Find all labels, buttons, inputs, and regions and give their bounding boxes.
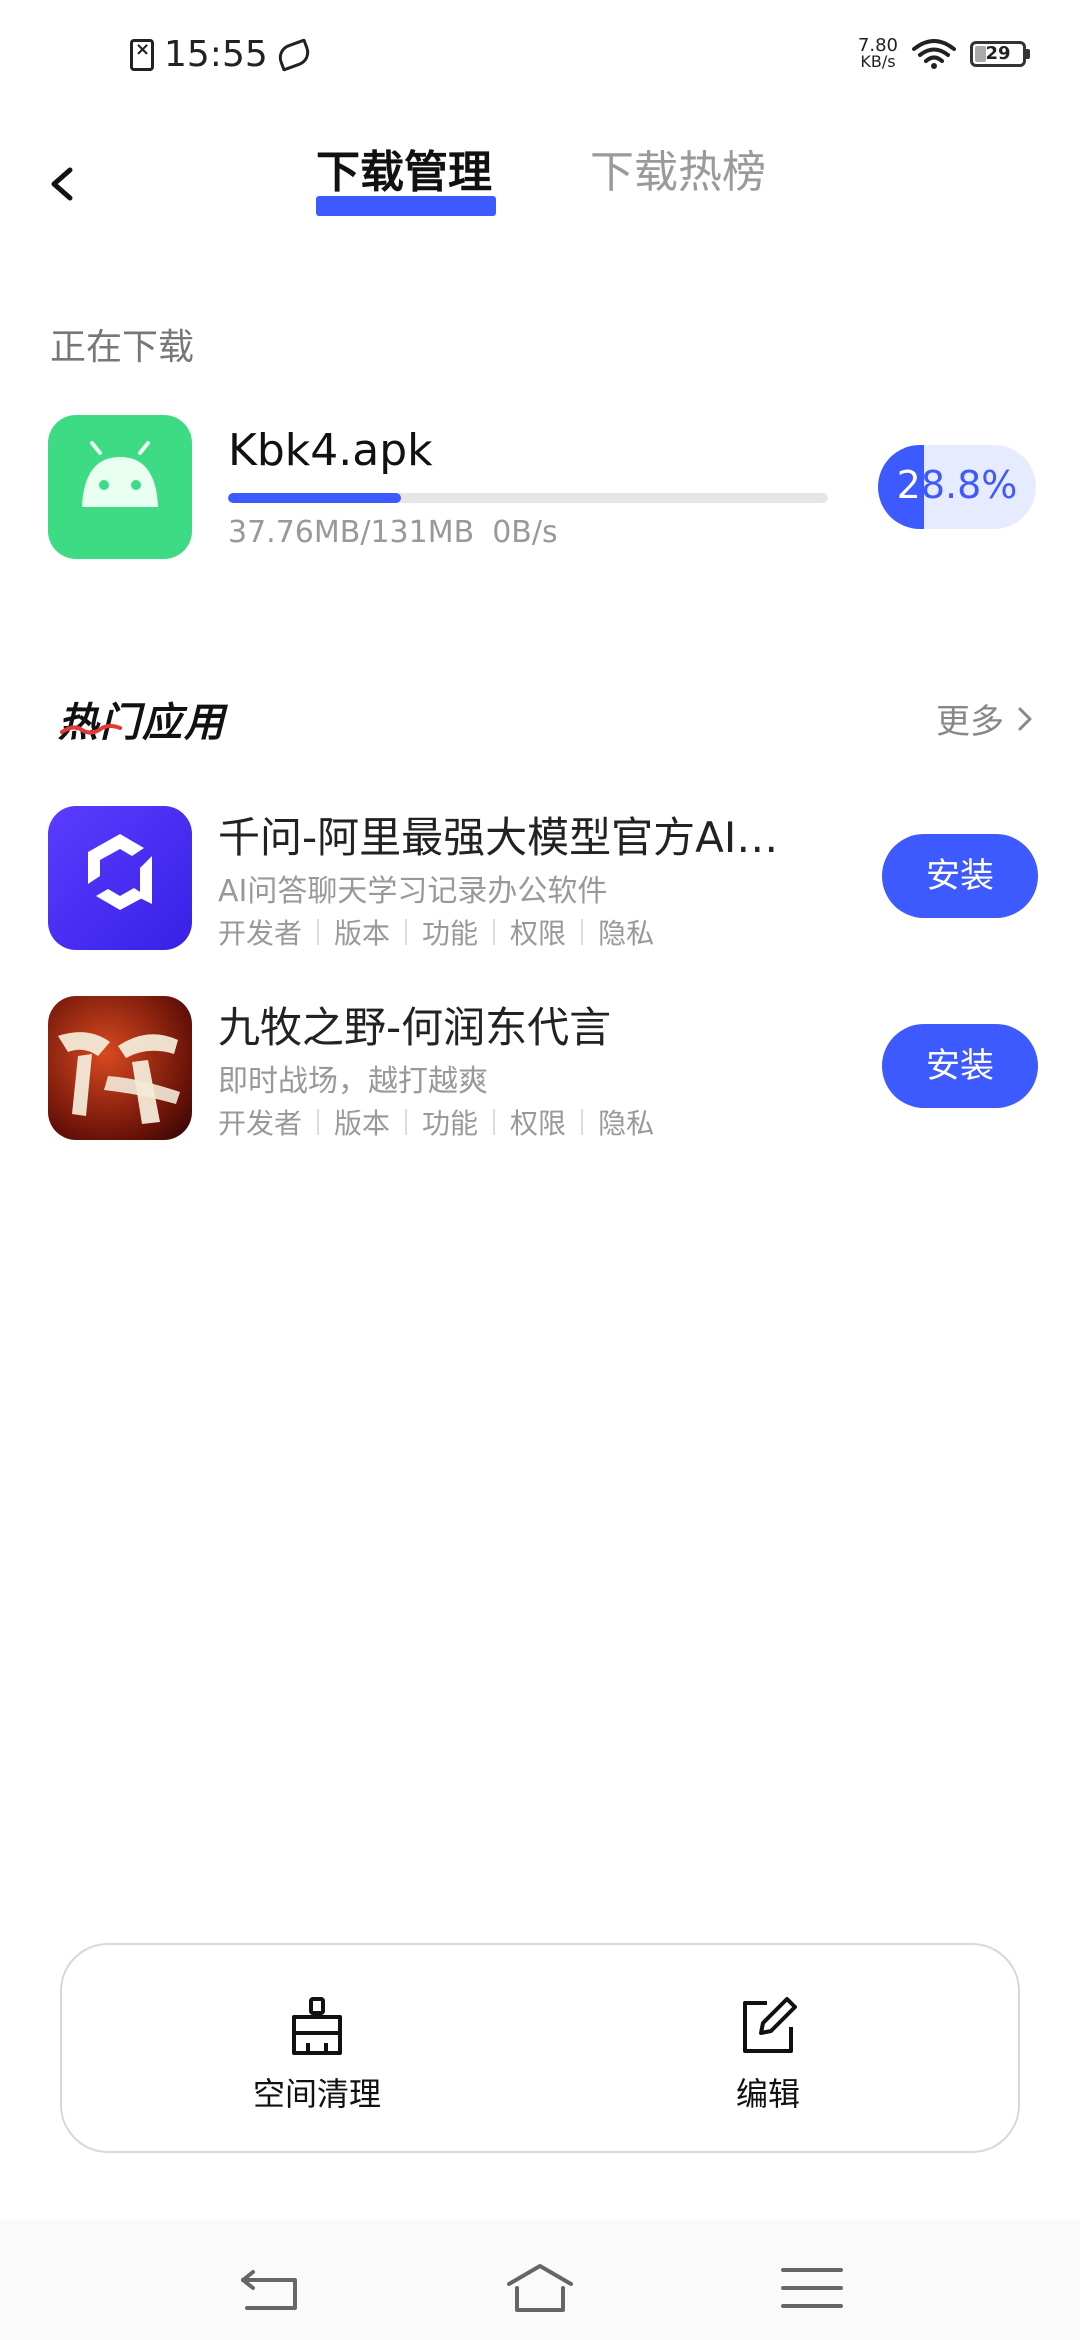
tab-download-ranking[interactable]: 下载热榜 <box>590 136 766 200</box>
battery-icon: 29 <box>970 41 1030 67</box>
developer-link[interactable]: 开发者 <box>218 912 302 952</box>
divider <box>405 1109 408 1135</box>
features-link[interactable]: 功能 <box>422 912 478 952</box>
header: 下载管理 下载热榜 <box>0 120 1080 230</box>
action-bar: 空间清理 编辑 <box>60 1943 1020 2153</box>
download-file-name: Kbk4.apk <box>228 425 433 476</box>
edit-icon <box>743 1997 797 2053</box>
edit-label: 编辑 <box>735 2075 800 2113</box>
more-link[interactable]: 更多 <box>936 694 1036 743</box>
android-icon <box>48 415 192 559</box>
install-button[interactable]: 安装 <box>882 834 1038 918</box>
downloading-section-title: 正在下载 <box>50 327 195 368</box>
permissions-link[interactable]: 权限 <box>510 912 566 952</box>
app-info-links: 开发者 版本 功能 权限 隐私 <box>218 1102 654 1142</box>
status-right: 7.80 KB/s 29 <box>858 37 1030 71</box>
download-percent-button[interactable]: 28.8% <box>878 445 1036 529</box>
no-sim-icon <box>130 38 154 71</box>
app-description: 即时战场，越打越爽 <box>218 1064 488 1099</box>
app-row[interactable]: 九牧之野-何润东代言 即时战场，越打越爽 开发者 版本 功能 权限 隐私 安装 <box>48 996 1048 1146</box>
download-size: 37.76MB/131MB <box>228 515 475 550</box>
nav-menu-icon[interactable] <box>777 2260 847 2320</box>
features-link[interactable]: 功能 <box>422 1102 478 1142</box>
nav-home-icon[interactable] <box>505 2260 575 2320</box>
qianwen-icon[interactable] <box>48 806 192 950</box>
popular-apps-title: 热门应用 <box>58 700 226 746</box>
download-percent-label: 28.8% <box>878 463 1036 507</box>
navigation-bar <box>0 2220 1080 2340</box>
app-row[interactable]: 千问-阿里最强大模型官方AI… AI问答聊天学习记录办公软件 开发者 版本 功能… <box>48 806 1048 956</box>
divider <box>317 1109 320 1135</box>
divider <box>493 919 496 945</box>
leaf-icon <box>274 37 313 72</box>
download-meta: 37.76MB/131MB 0B/s <box>228 515 558 550</box>
version-link[interactable]: 版本 <box>334 912 390 952</box>
download-speed: 0B/s <box>492 515 558 550</box>
privacy-link[interactable]: 隐私 <box>598 912 654 952</box>
app-name[interactable]: 九牧之野-何润东代言 <box>218 994 611 1055</box>
space-cleanup-button[interactable]: 空间清理 <box>217 1995 417 2115</box>
divider <box>405 919 408 945</box>
network-speed-unit: KB/s <box>860 52 896 71</box>
divider <box>581 1109 584 1135</box>
permissions-link[interactable]: 权限 <box>510 1102 566 1142</box>
app-name[interactable]: 千问-阿里最强大模型官方AI… <box>218 804 778 865</box>
wifi-icon <box>912 39 956 69</box>
download-item[interactable]: Kbk4.apk 37.76MB/131MB 0B/s 28.8% <box>48 415 1038 561</box>
app-info-links: 开发者 版本 功能 权限 隐私 <box>218 912 654 952</box>
jiumu-icon[interactable] <box>48 996 192 1140</box>
divider <box>581 919 584 945</box>
divider <box>493 1109 496 1135</box>
chevron-right-icon <box>1018 707 1032 730</box>
tab-download-management[interactable]: 下载管理 <box>316 136 492 200</box>
network-speed: 7.80 KB/s <box>858 37 898 71</box>
nav-back-icon[interactable] <box>235 2260 305 2320</box>
developer-link[interactable]: 开发者 <box>218 1102 302 1142</box>
title-squiggle-icon <box>60 724 122 735</box>
edit-button[interactable]: 编辑 <box>668 1995 868 2115</box>
broom-icon <box>292 1997 342 2055</box>
space-cleanup-label: 空间清理 <box>252 2075 381 2113</box>
download-progress-fill <box>228 493 401 503</box>
version-link[interactable]: 版本 <box>334 1102 390 1142</box>
install-button[interactable]: 安装 <box>882 1024 1038 1108</box>
battery-level: 29 <box>985 43 1011 64</box>
status-left: 15:55 <box>130 34 313 75</box>
download-progress-bar <box>228 493 828 503</box>
back-chevron-icon[interactable] <box>36 156 92 212</box>
status-bar: 15:55 7.80 KB/s 29 <box>0 0 1080 120</box>
privacy-link[interactable]: 隐私 <box>598 1102 654 1142</box>
app-description: AI问答聊天学习记录办公软件 <box>218 874 608 909</box>
more-label: 更多 <box>936 702 1004 742</box>
divider <box>317 919 320 945</box>
status-time: 15:55 <box>164 34 268 75</box>
